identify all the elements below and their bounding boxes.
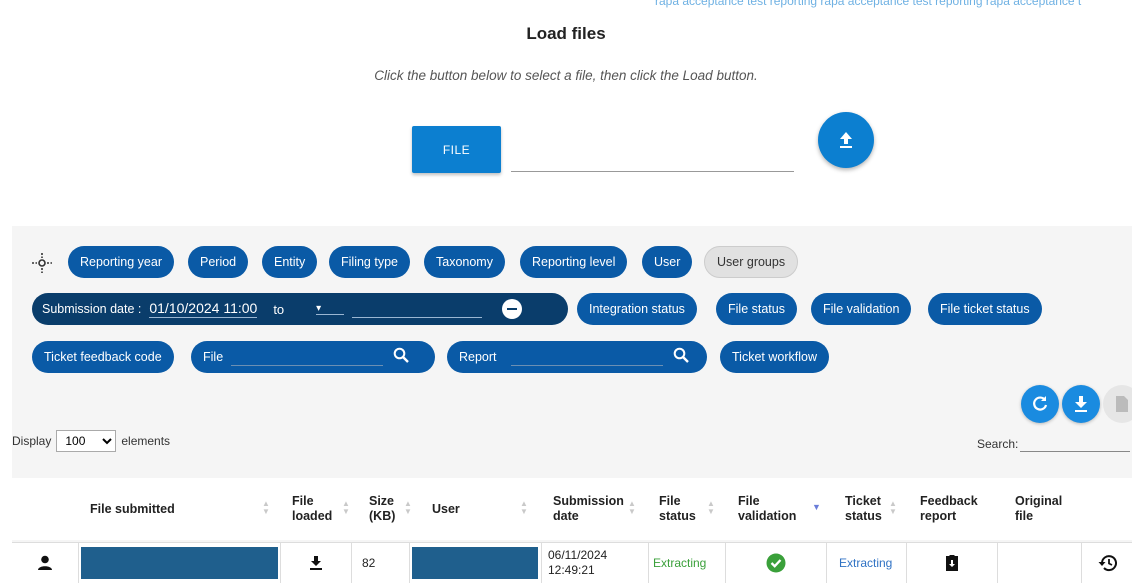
instructions: Click the button below to select a file,… [374, 68, 758, 83]
report-search-input[interactable] [510, 348, 663, 366]
col-file-status[interactable]: File status [659, 478, 709, 540]
submission-date-value: 06/11/2024 [548, 548, 608, 562]
chip-user[interactable]: User [642, 246, 693, 278]
file-search-input[interactable] [231, 348, 384, 366]
history-icon[interactable] [1097, 554, 1117, 572]
col-file-validation[interactable]: File validation [738, 478, 808, 540]
upload-icon [840, 132, 852, 148]
submission-date-label: Submission date : [42, 302, 142, 316]
document-icon [1116, 396, 1128, 412]
chip-entity[interactable]: Entity [262, 246, 318, 278]
report-search-filter[interactable]: Report [447, 341, 707, 373]
col-submission-date[interactable]: Submission date [553, 478, 633, 540]
table-row[interactable]: 82 06/11/2024 12:49:21 Extracting Extrac… [12, 542, 1132, 583]
scrolling-banner: rapa acceptance test reporting rapa acce… [655, 0, 1082, 8]
chip-reporting-year[interactable]: Reporting year [68, 246, 174, 278]
sort-icon[interactable]: ▲ ▼ [889, 500, 897, 516]
refresh-icon [1033, 396, 1048, 411]
file-name-field[interactable] [511, 140, 794, 172]
search-label: Search: [977, 437, 1019, 451]
file-status-cell: Extracting [648, 543, 725, 583]
chevron-down-icon[interactable]: ▾ [316, 303, 345, 315]
col-size[interactable]: Size (KB) [369, 478, 407, 540]
file-search-filter[interactable]: File [191, 341, 435, 373]
col-file-submitted[interactable]: File submitted [90, 478, 250, 540]
table-search-input[interactable] [1020, 436, 1131, 452]
person-icon [38, 555, 52, 570]
chip-file-ticket-status[interactable]: File ticket status [928, 293, 1042, 325]
ticket-status-cell[interactable]: Extracting [826, 543, 906, 583]
download-button[interactable] [1062, 385, 1100, 423]
col-file-loaded[interactable]: File loaded [292, 478, 342, 540]
submission-time-value: 12:49:21 [548, 563, 595, 577]
elements-label: elements [121, 434, 171, 448]
chip-reporting-level[interactable]: Reporting level [520, 246, 628, 278]
col-ticket-status[interactable]: Ticket status [845, 478, 895, 540]
sort-icon[interactable]: ▲ ▼ [262, 500, 270, 516]
file-validation-cell[interactable] [725, 543, 826, 583]
submission-date-filter[interactable]: Submission date : 01/10/2024 11:00 to ▾ [32, 293, 568, 325]
feedback-report-cell[interactable] [906, 543, 997, 583]
chip-ticket-feedback-code[interactable]: Ticket feedback code [32, 341, 174, 373]
file-submitted-cell[interactable] [78, 543, 280, 583]
submission-date-cell: 06/11/2024 12:49:21 [541, 543, 648, 583]
download-icon[interactable] [309, 555, 323, 571]
col-original-file[interactable]: Original file [1015, 478, 1070, 540]
refresh-button[interactable] [1021, 385, 1059, 423]
size-cell: 82 [351, 543, 409, 583]
table-header: File submitted ▲ ▼ File loaded ▲ ▼ Size (K… [12, 478, 1132, 540]
sort-icon[interactable]: ▲ ▼ [342, 500, 350, 516]
file-select-button[interactable]: FILE [412, 126, 501, 173]
col-user[interactable]: User [432, 478, 492, 540]
page-length-select[interactable]: 100 [56, 430, 117, 452]
table-search: Search: [977, 436, 1131, 452]
display-label: Display [12, 434, 52, 448]
search-icon[interactable] [393, 347, 410, 368]
chip-file-validation[interactable]: File validation [811, 293, 912, 325]
file-search-label: File [203, 350, 224, 364]
sort-desc-icon[interactable]: ▼ [812, 503, 821, 512]
submission-date-to-field[interactable] [352, 300, 483, 318]
remove-filter-icon[interactable] [502, 299, 523, 319]
feedback-report-icon[interactable] [945, 554, 959, 572]
sort-icon[interactable]: ▲ ▼ [404, 500, 412, 516]
original-file-cell[interactable] [997, 543, 1081, 583]
chip-filing-type[interactable]: Filing type [329, 246, 410, 278]
sort-icon[interactable]: ▲ ▼ [628, 500, 636, 516]
load-button[interactable] [818, 112, 874, 168]
chip-taxonomy[interactable]: Taxonomy [424, 246, 505, 278]
filter-settings-icon[interactable] [30, 251, 54, 275]
col-feedback-report[interactable]: Feedback report [920, 478, 990, 540]
download-icon [1075, 396, 1087, 412]
sort-icon[interactable]: ▲ ▼ [520, 500, 528, 516]
report-search-label: Report [459, 350, 497, 364]
check-circle-icon [766, 553, 786, 573]
redacted-filename [81, 547, 278, 579]
file-loaded-cell[interactable] [280, 543, 351, 583]
chip-period[interactable]: Period [188, 246, 249, 278]
chip-integration-status[interactable]: Integration status [577, 293, 697, 325]
page-title: Load files [526, 24, 606, 43]
redacted-user [412, 547, 538, 579]
chip-ticket-workflow[interactable]: Ticket workflow [720, 341, 829, 373]
history-cell[interactable] [1081, 543, 1132, 583]
sort-icon[interactable]: ▲ ▼ [707, 500, 715, 516]
chip-user-groups[interactable]: User groups [704, 246, 799, 278]
submission-date-from[interactable]: 01/10/2024 11:00 [149, 300, 258, 318]
chip-file-status[interactable]: File status [716, 293, 797, 325]
user-type-cell [12, 543, 78, 583]
page-length-control: Display 100 elements [12, 430, 170, 452]
submission-date-to-label: to [273, 301, 285, 317]
search-icon[interactable] [673, 347, 689, 368]
user-cell [409, 543, 541, 583]
